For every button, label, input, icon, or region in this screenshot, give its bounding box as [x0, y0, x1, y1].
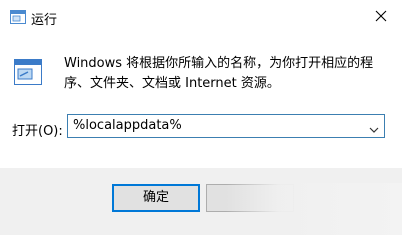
open-combobox[interactable]: %localappdata%: [67, 114, 385, 138]
run-dialog-icon: [14, 59, 42, 85]
ok-button[interactable]: 确定: [112, 184, 200, 212]
close-button[interactable]: [360, 0, 402, 33]
title-bar: 运行: [0, 0, 402, 33]
obscured-region: [226, 183, 402, 235]
window-title: 运行: [31, 13, 58, 28]
open-label: 打开(O):: [12, 124, 63, 139]
open-input[interactable]: %localappdata%: [73, 118, 182, 133]
run-icon: [10, 9, 26, 24]
close-icon: [375, 7, 387, 26]
chevron-down-icon[interactable]: [368, 121, 380, 133]
dialog-description: Windows 将根据你所输入的名称，为你打开相应的程序、文件夹、文档或 Int…: [64, 56, 374, 91]
dialog-body: Windows 将根据你所输入的名称，为你打开相应的程序、文件夹、文档或 Int…: [0, 33, 402, 168]
